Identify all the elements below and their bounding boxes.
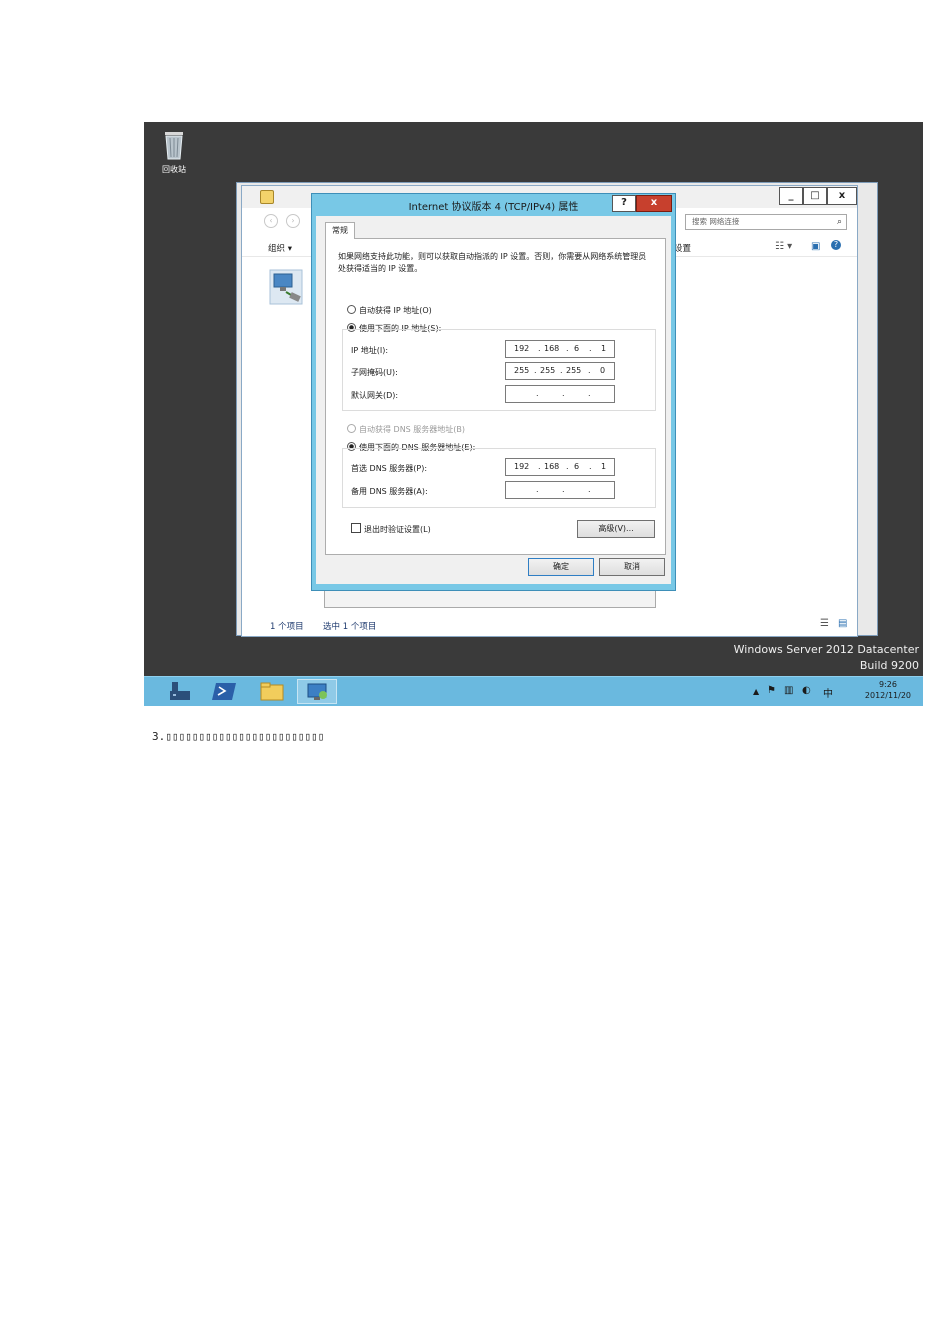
radio-dns-auto[interactable]: 自动获得 DNS 服务器地址(B): [347, 424, 465, 435]
maximize-button[interactable]: □: [803, 187, 827, 205]
recycle-bin[interactable]: 回收站: [152, 128, 196, 175]
large-icons-view-icon[interactable]: ▤: [838, 618, 847, 629]
network-control-panel-button[interactable]: [297, 679, 337, 704]
powershell-button[interactable]: [206, 679, 246, 704]
close-button[interactable]: x: [827, 187, 857, 205]
organize-menu[interactable]: 组织 ▾: [268, 242, 292, 254]
os-watermark: Windows Server 2012 Datacenter Build 920…: [734, 642, 919, 674]
details-view-icon[interactable]: ☰: [820, 618, 829, 629]
alternate-dns-field[interactable]: ...: [505, 481, 615, 499]
subnet-mask-field[interactable]: 255. 255. 255. 0: [505, 362, 615, 380]
ipv4-properties-dialog: Internet 协议版本 4 (TCP/IPv4) 属性 ? x 常规 如果网…: [311, 193, 676, 591]
document-caption: 3.▯▯▯▯▯▯▯▯▯▯▯▯▯▯▯▯▯▯▯▯▯▯▯▯: [152, 730, 325, 743]
radio-icon: [347, 424, 356, 433]
folder-icon: [260, 682, 284, 701]
description-text: 如果网络支持此功能，则可以获取自动指派的 IP 设置。否则，你需要从网络系统管理…: [338, 252, 647, 273]
network-adapter-icon[interactable]: [268, 268, 304, 306]
radio-ip-auto[interactable]: 自动获得 IP 地址(O): [347, 305, 432, 316]
status-bar: 1 个项目 选中 1 个项目: [270, 620, 376, 632]
ip-address-field[interactable]: 192. 168. 6. 1: [505, 340, 615, 358]
view-options-icon[interactable]: ☷ ▾: [775, 241, 792, 252]
recycle-bin-icon: [165, 132, 183, 160]
server-manager-icon: [170, 682, 190, 700]
default-gateway-field[interactable]: ...: [505, 385, 615, 403]
general-tab-panel: 如果网络支持此功能，则可以获取自动指派的 IP 设置。否则，你需要从网络系统管理…: [325, 238, 666, 555]
validate-on-exit-checkbox[interactable]: 退出时验证设置(L): [351, 523, 431, 535]
server-manager-button[interactable]: [159, 679, 199, 704]
settings-fragment[interactable]: 设置: [674, 242, 691, 254]
checkbox-icon: [351, 523, 361, 533]
preferred-dns-field[interactable]: 192. 168. 6. 1: [505, 458, 615, 476]
radio-ip-auto-label: 自动获得 IP 地址(O): [359, 306, 432, 315]
default-gateway-label: 默认网关(D):: [351, 391, 399, 400]
show-hidden-icons-arrow-icon[interactable]: ▲: [753, 687, 759, 696]
clock-time: 9:26: [878, 680, 897, 689]
tab-general[interactable]: 常规: [325, 222, 355, 239]
subnet-mask-label: 子网掩码(U):: [351, 368, 398, 377]
back-arrow-icon[interactable]: ‹: [264, 214, 278, 228]
help-icon[interactable]: ?: [831, 240, 841, 250]
system-tray: ▲ ⚑ ▥ ◐ 中 9:26 2012/11/20: [751, 679, 911, 705]
advanced-button[interactable]: 高级(V)...: [577, 520, 655, 538]
watermark-build: Build 9200: [859, 659, 919, 672]
taskbar: ▲ ⚑ ▥ ◐ 中 9:26 2012/11/20: [144, 676, 923, 706]
network-tray-icon[interactable]: ▥: [784, 685, 793, 696]
ime-indicator[interactable]: 中: [823, 685, 833, 700]
preferred-dns-label: 首选 DNS 服务器(P):: [351, 464, 428, 473]
preview-pane-icon[interactable]: ▣: [811, 241, 820, 252]
ip-address-label: IP 地址(I):: [351, 346, 389, 355]
dialog-help-button[interactable]: ?: [612, 195, 636, 212]
alternate-dns-label: 备用 DNS 服务器(A):: [351, 487, 428, 496]
cancel-button[interactable]: 取消: [599, 558, 665, 576]
forward-arrow-icon[interactable]: ›: [286, 214, 300, 228]
desktop-screenshot: 回收站 _ □ x ‹ › 搜索 网络连接 ⌕ 组织 ▾ 设置 ☷ ▾ ▣ ?: [144, 122, 923, 706]
dns-settings-group: [342, 448, 656, 508]
status-item-count: 1 个项目: [270, 622, 304, 632]
control-panel-icon: [307, 683, 327, 700]
search-icon[interactable]: ⌕: [837, 215, 842, 229]
volume-tray-icon[interactable]: ◐: [802, 685, 811, 696]
search-input[interactable]: 搜索 网络连接 ⌕: [685, 214, 847, 230]
window-app-icon: [260, 190, 274, 204]
powershell-icon: [212, 683, 236, 700]
action-center-flag-icon[interactable]: ⚑: [767, 685, 776, 696]
dialog-body: 常规 如果网络支持此功能，则可以获取自动指派的 IP 设置。否则，你需要从网络系…: [316, 216, 671, 584]
radio-icon: [347, 305, 356, 314]
minimize-button[interactable]: _: [779, 187, 803, 205]
status-selected-count: 选中 1 个项目: [323, 622, 377, 632]
ok-button[interactable]: 确定: [528, 558, 594, 576]
recycle-bin-label: 回收站: [162, 165, 186, 174]
clock[interactable]: 9:26 2012/11/20: [865, 679, 911, 701]
dialog-close-button[interactable]: x: [636, 195, 672, 212]
watermark-edition: Windows Server 2012 Datacenter: [733, 643, 919, 656]
file-explorer-button[interactable]: [252, 679, 292, 704]
validate-on-exit-label: 退出时验证设置(L): [364, 525, 431, 534]
clock-date: 2012/11/20: [864, 691, 911, 700]
search-placeholder: 搜索 网络连接: [692, 217, 740, 226]
radio-dns-auto-label: 自动获得 DNS 服务器地址(B): [359, 425, 466, 434]
